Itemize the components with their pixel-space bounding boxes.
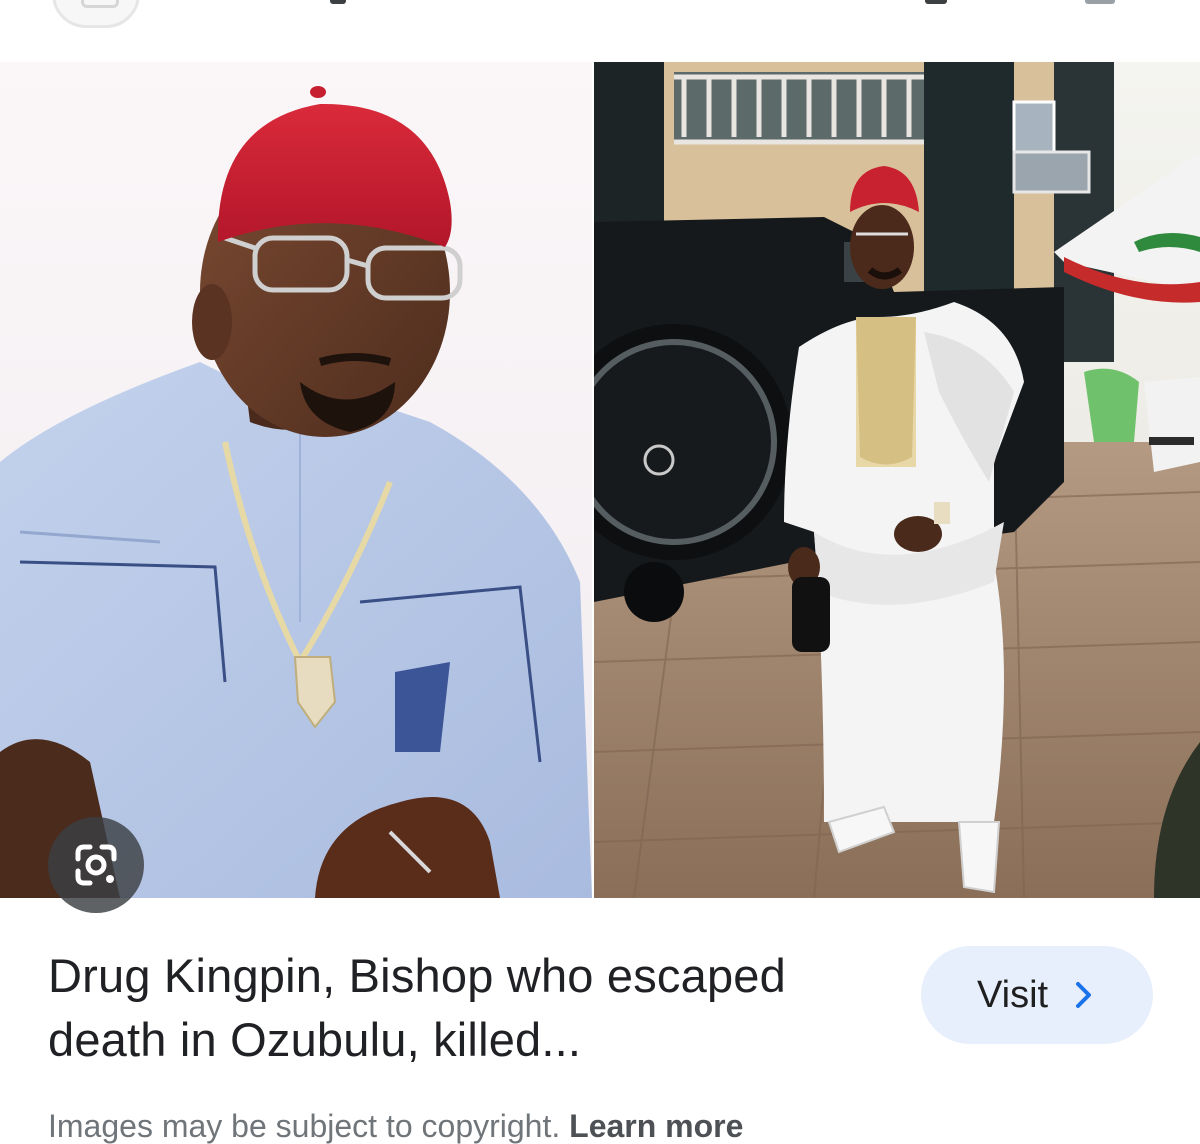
image-result-page: Drug Kingpin, Bishop who escaped death i… (0, 0, 1200, 1144)
copyright-text: Images may be subject to copyright. (48, 1108, 561, 1144)
learn-more-link[interactable]: Learn more (569, 1108, 743, 1144)
google-lens-button[interactable] (48, 817, 144, 913)
header-text-fragment (330, 0, 346, 4)
visit-button[interactable]: Visit (921, 946, 1153, 1044)
portrait-photo-left[interactable] (0, 62, 592, 898)
top-header-strip (0, 0, 1200, 60)
site-favicon[interactable] (52, 0, 140, 28)
google-lens-icon (75, 844, 117, 886)
outdoor-photo-right[interactable] (594, 62, 1200, 898)
visit-button-label: Visit (977, 974, 1049, 1016)
header-text-fragment (1085, 0, 1115, 4)
header-text-fragment (925, 0, 947, 4)
result-image-preview[interactable] (0, 62, 1200, 913)
chevron-right-icon (1076, 982, 1091, 1008)
favicon-icon (81, 0, 119, 8)
copyright-notice: Images may be subject to copyright. Lear… (48, 1108, 743, 1144)
result-title[interactable]: Drug Kingpin, Bishop who escaped death i… (48, 944, 888, 1072)
